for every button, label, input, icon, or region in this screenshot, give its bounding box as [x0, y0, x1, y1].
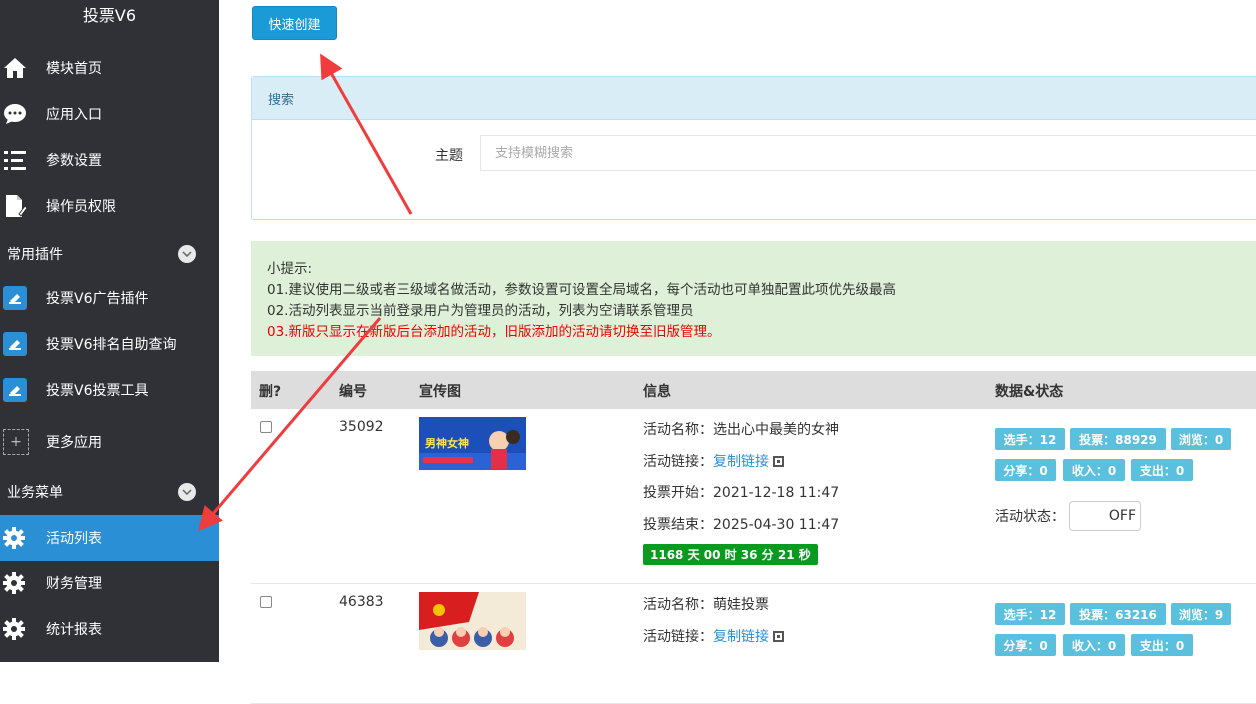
tips-line-1: 01.建议使用二级或者三级域名做活动，参数设置可设置全局域名，每个活动也可单独配…: [267, 282, 896, 298]
qr-code-icon[interactable]: [773, 456, 784, 467]
subject-label: 主题: [435, 148, 463, 164]
home-icon: [0, 57, 46, 79]
activity-id: 46383: [339, 594, 384, 610]
views-badge: 浏览：0: [1171, 428, 1231, 450]
countdown-badge: 1168 天 00 时 36 分 21 秒: [643, 544, 818, 565]
expense-badge: 支出：0: [1131, 459, 1193, 481]
sidebar-item-finance[interactable]: 财务管理: [0, 561, 219, 605]
activity-link-label: 活动链接：: [643, 629, 713, 645]
tips-panel: 小提示: 01.建议使用二级或者三级域名做活动，参数设置可设置全局域名，每个活动…: [251, 241, 1256, 356]
expense-badge: 支出：0: [1131, 634, 1193, 656]
toggle-value: OFF: [1108, 508, 1136, 524]
tips-line-3: 03.新版只显示在新版后台添加的活动，旧版添加的活动请切换至旧版管理。: [267, 324, 721, 340]
section-label: 业务菜单: [7, 485, 63, 501]
section-common-plugins[interactable]: 常用插件: [0, 234, 219, 274]
tips-line-2: 02.活动列表显示当前登录用户为管理员的活动，列表为空请联系管理员: [267, 303, 694, 319]
chat-icon: [0, 103, 46, 125]
sidebar-item-more-apps[interactable]: + 更多应用: [0, 420, 219, 464]
sidebar-item-label: 模块首页: [46, 61, 102, 77]
activity-id: 35092: [339, 419, 384, 435]
shares-badge: 分享：0: [995, 634, 1056, 656]
header-stats: 数据&状态: [995, 384, 1064, 400]
header-delete: 删?: [259, 384, 282, 400]
table-header: 删? 编号 宣传图 信息 数据&状态: [251, 371, 1256, 409]
sidebar-item-label: 更多应用: [46, 435, 102, 451]
vote-start: 投票开始：2021-12-18 11:47: [643, 485, 840, 501]
votes-badge: 投票：88929: [1070, 428, 1166, 450]
promo-image[interactable]: 男神女神: [419, 417, 526, 470]
sidebar-item-app-entry[interactable]: 应用入口: [0, 92, 219, 136]
income-badge: 收入：0: [1063, 459, 1125, 481]
sidebar-item-label: 投票V6广告插件: [46, 291, 149, 307]
section-business-menu[interactable]: 业务菜单: [0, 472, 219, 512]
income-badge: 收入：0: [1063, 634, 1125, 656]
promo-image-caption: 男神女神: [425, 436, 469, 450]
sidebar-item-label: 财务管理: [46, 576, 102, 592]
promo-image[interactable]: [419, 592, 526, 650]
activity-link-label: 活动链接：: [643, 454, 713, 470]
delete-checkbox[interactable]: [260, 596, 272, 608]
sidebar-item-label: 投票V6排名自助查询: [46, 337, 177, 353]
plugin-icon: [0, 286, 46, 310]
activity-status-label: 活动状态：: [995, 509, 1065, 525]
table-row: 35092 男神女神 活动名称：选出心中最美的女神 活动链接：复制链接 投票开始…: [251, 409, 1256, 584]
sidebar-item-label: 应用入口: [46, 107, 102, 123]
gear-icon: [0, 618, 46, 640]
sidebar-item-params[interactable]: 参数设置: [0, 138, 219, 182]
list-settings-icon: [0, 149, 46, 171]
votes-badge: 投票：63216: [1070, 603, 1166, 625]
section-label: 常用插件: [7, 247, 63, 263]
activity-table: 删? 编号 宣传图 信息 数据&状态 35092 男神女神 活动名称：选出心中最…: [251, 371, 1256, 704]
gear-icon: [0, 527, 46, 549]
shares-badge: 分享：0: [995, 459, 1056, 481]
document-edit-icon: [0, 194, 46, 218]
views-badge: 浏览：9: [1171, 603, 1231, 625]
activity-link: 活动链接：复制链接: [643, 451, 784, 471]
plugin-icon: [0, 332, 46, 356]
gear-icon: [0, 572, 46, 594]
sidebar: 投票V6 模块首页 应用入口 参数设置 操作员权限 常用插件 投票V6广告插件: [0, 0, 219, 662]
table-row: 46383 活动名称：萌娃投票 活动链接：复制链接 选手：12 投票：63216…: [251, 584, 1256, 704]
sidebar-item-label: 投票V6投票工具: [46, 383, 149, 399]
sidebar-item-ad-plugin[interactable]: 投票V6广告插件: [0, 276, 219, 320]
header-id: 编号: [339, 384, 367, 400]
sidebar-item-rank-query[interactable]: 投票V6排名自助查询: [0, 322, 219, 366]
chevron-down-icon[interactable]: [178, 245, 196, 263]
header-info: 信息: [643, 384, 671, 400]
subject-search-input[interactable]: [480, 135, 1256, 171]
sidebar-item-label: 参数设置: [46, 153, 102, 169]
tips-title: 小提示:: [267, 261, 313, 277]
activity-name: 活动名称：选出心中最美的女神: [643, 422, 839, 438]
players-badge: 选手：12: [995, 603, 1065, 625]
delete-checkbox[interactable]: [260, 421, 272, 433]
sidebar-item-label: 统计报表: [46, 622, 102, 638]
app-title: 投票V6: [82, 6, 137, 25]
sidebar-item-label: 活动列表: [46, 531, 102, 547]
chevron-down-icon[interactable]: [178, 483, 196, 501]
activity-link: 活动链接：复制链接: [643, 626, 784, 646]
vote-end: 投票结束：2025-04-30 11:47: [643, 517, 840, 533]
qr-code-icon[interactable]: [773, 631, 784, 642]
activity-status-toggle[interactable]: OFF: [1069, 501, 1141, 531]
copy-link[interactable]: 复制链接: [713, 454, 769, 470]
search-panel-header: 搜索: [252, 77, 1256, 120]
header-image: 宣传图: [419, 384, 461, 400]
sidebar-item-home[interactable]: 模块首页: [0, 46, 219, 90]
sidebar-item-reports[interactable]: 统计报表: [0, 607, 219, 651]
players-badge: 选手：12: [995, 428, 1065, 450]
sidebar-item-operator-permissions[interactable]: 操作员权限: [0, 184, 219, 228]
quick-create-button[interactable]: 快速创建: [252, 6, 337, 40]
sidebar-item-activity-list[interactable]: 活动列表: [0, 515, 219, 561]
activity-name: 活动名称：萌娃投票: [643, 597, 769, 613]
plugin-icon: [0, 378, 46, 402]
copy-link[interactable]: 复制链接: [713, 629, 769, 645]
sidebar-item-vote-tool[interactable]: 投票V6投票工具: [0, 368, 219, 412]
search-panel: 搜索 主题: [251, 76, 1256, 220]
plus-icon: +: [0, 429, 46, 455]
main-content: 快速创建 搜索 主题 小提示: 01.建议使用二级或者三级域名做活动，参数设置可…: [219, 0, 1256, 704]
sidebar-item-label: 操作员权限: [46, 199, 116, 215]
